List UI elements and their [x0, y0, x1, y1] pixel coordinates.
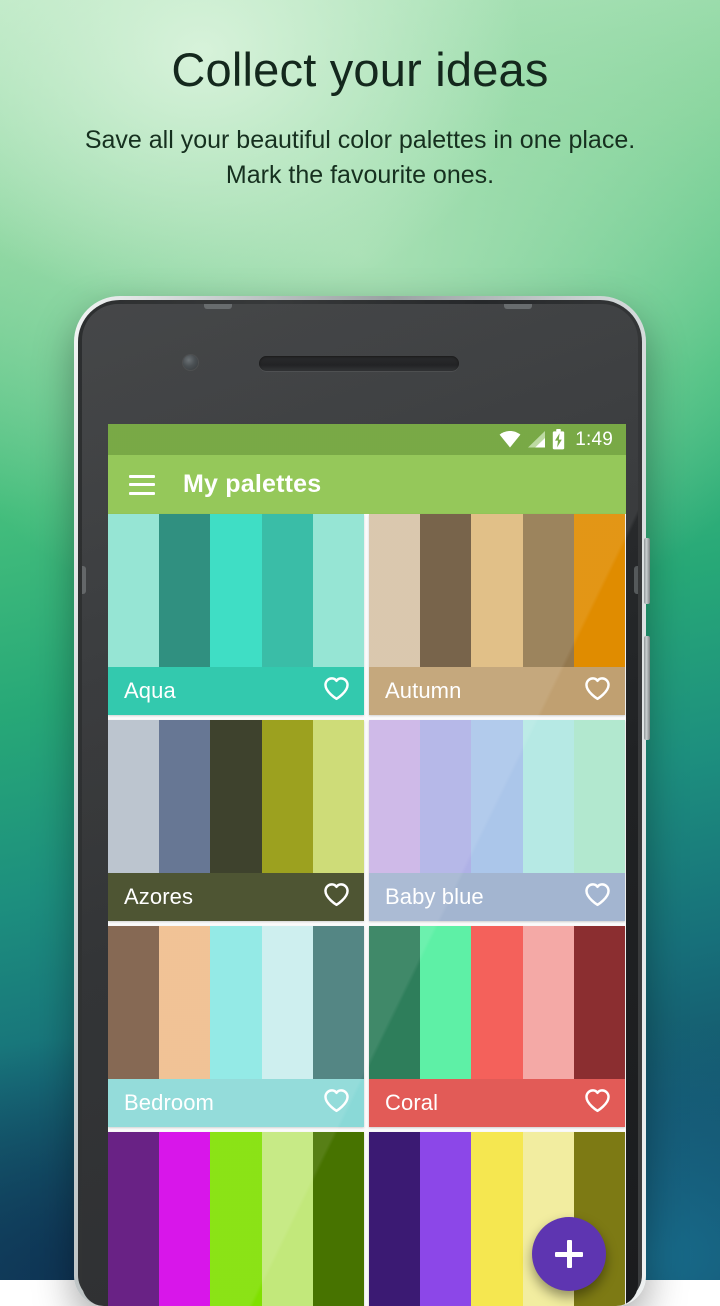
- favourite-heart-icon[interactable]: [584, 1088, 611, 1113]
- palette-name: Baby blue: [385, 884, 484, 909]
- hamburger-menu-icon[interactable]: [129, 474, 155, 495]
- front-camera-icon: [183, 355, 198, 370]
- bezel-slot-right: [504, 304, 532, 309]
- palette-label-bar: Aqua: [108, 667, 364, 715]
- favourite-toggle[interactable]: [584, 676, 611, 706]
- palette-card[interactable]: Coral: [369, 926, 625, 1127]
- favourite-heart-icon[interactable]: [584, 882, 611, 907]
- bezel-nub-right: [634, 566, 638, 594]
- palette-card[interactable]: Baby blue: [369, 720, 625, 921]
- page-title: My palettes: [183, 470, 322, 498]
- favourite-heart-icon[interactable]: [323, 1088, 350, 1113]
- favourite-toggle[interactable]: [323, 882, 350, 912]
- earpiece-speaker: [259, 356, 459, 371]
- favourite-heart-icon[interactable]: [323, 676, 350, 701]
- palette-name: Autumn: [385, 678, 462, 703]
- plus-icon-vertical: [566, 1240, 572, 1268]
- favourite-toggle[interactable]: [584, 1088, 611, 1118]
- power-button[interactable]: [644, 538, 650, 604]
- palette-label-bar: Autumn: [369, 667, 625, 715]
- palette-name: Azores: [124, 884, 194, 909]
- promo-subtitle-line-1: Save all your beautiful color palettes i…: [84, 125, 636, 154]
- palette-label-bar: Baby blue: [369, 873, 625, 921]
- promo-subtitle: Save all your beautiful color palettes i…: [0, 97, 720, 194]
- status-bar: 1:49: [108, 424, 626, 455]
- favourite-heart-icon[interactable]: [584, 676, 611, 701]
- app-bar: My palettes: [108, 455, 626, 514]
- palette-label-bar: Bedroom: [108, 1079, 364, 1127]
- promo-subtitle-line-2: Mark the favourite ones.: [225, 161, 495, 190]
- volume-button[interactable]: [644, 636, 650, 740]
- palette-row: Azores Baby blue: [108, 720, 626, 921]
- bezel-nub-left: [82, 566, 86, 594]
- promo-text-block: Collect your ideas Save all your beautif…: [0, 0, 720, 194]
- favourite-toggle[interactable]: [323, 676, 350, 706]
- status-bar-clock: 1:49: [575, 428, 613, 450]
- bezel-slot-left: [204, 304, 232, 309]
- palette-grid: Aqua Autumn Azores Baby blue Bedroom Coral: [108, 514, 626, 1306]
- palette-row: Aqua Autumn: [108, 514, 626, 715]
- palette-name: Bedroom: [124, 1090, 214, 1115]
- palette-label-bar: Azores: [108, 873, 364, 921]
- favourite-toggle[interactable]: [584, 882, 611, 912]
- favourite-toggle[interactable]: [323, 1088, 350, 1118]
- palette-label-bar: Coral: [369, 1079, 625, 1127]
- phone-screen: 1:49 My palettes Aqua Autumn Azores Baby bl…: [108, 424, 626, 1306]
- palette-name: Aqua: [124, 678, 176, 703]
- favourite-heart-icon[interactable]: [323, 882, 350, 907]
- cellular-signal-icon: [528, 431, 546, 448]
- promo-headline: Collect your ideas: [171, 43, 549, 96]
- palette-card[interactable]: Aqua: [108, 514, 364, 715]
- wifi-icon: [499, 431, 521, 448]
- battery-charging-icon: [553, 429, 565, 450]
- palette-name: Coral: [385, 1090, 439, 1115]
- palette-row: Bedroom Coral: [108, 926, 626, 1127]
- palette-card[interactable]: Autumn: [369, 514, 625, 715]
- phone-mockup: 1:49 My palettes Aqua Autumn Azores Baby bl…: [74, 296, 650, 1306]
- palette-card[interactable]: Bedroom: [108, 926, 364, 1127]
- status-bar-icons: [499, 429, 565, 450]
- palette-card[interactable]: Azores: [108, 720, 364, 921]
- phone-face: 1:49 My palettes Aqua Autumn Azores Baby bl…: [82, 304, 638, 1306]
